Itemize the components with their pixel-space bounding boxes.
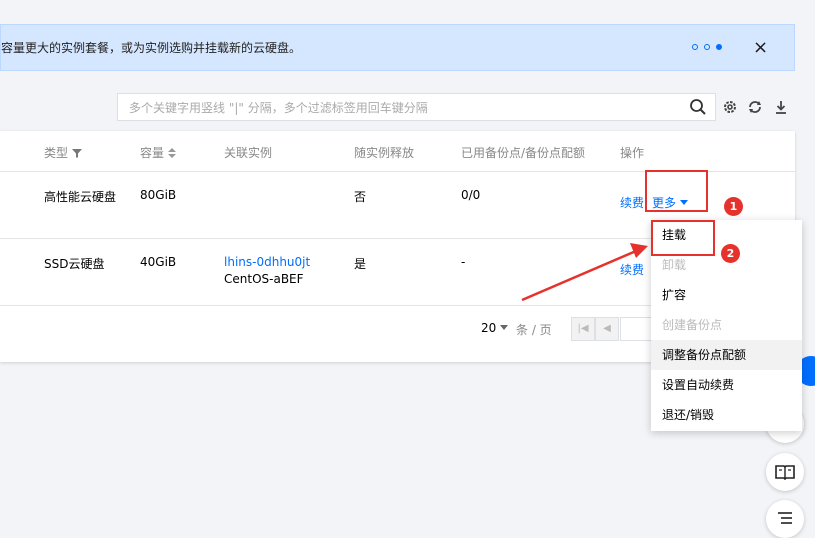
menu-item-return-destroy[interactable]: 退还/销毁 [651,400,802,430]
annotation-box-mount [651,220,715,256]
menu-item-expand[interactable]: 扩容 [651,280,802,310]
banner-pagination [692,44,722,50]
first-page-button[interactable]: |◀ [571,317,595,341]
cell-backup: - [461,255,466,269]
annotation-badge-2: 2 [721,244,740,263]
annotation-badge-1: 1 [724,197,743,216]
cell-capacity: 80GiB [140,188,177,202]
page-size-select[interactable]: 20 [481,321,509,335]
notice-banner: 容量更大的实例套餐，或为实例选购并挂载新的云硬盘。 × [0,24,795,71]
header-backup: 已用备份点/备份点配额 [461,146,586,160]
cell-backup: 0/0 [461,188,481,202]
gear-icon[interactable] [722,99,738,115]
table-header: 类型 容量 关联实例 随实例释放 已用备份点/备份点配额 操作 [0,131,795,172]
annotation-box-more [645,170,708,212]
search-input[interactable] [127,98,691,118]
pagination-dot-active[interactable] [716,44,722,50]
book-icon [775,465,795,480]
instance-id-link[interactable]: lhins-0dhhu0jt [224,255,310,269]
cell-capacity: 40GiB [140,255,177,269]
cell-type: SSD云硬盘 [44,257,105,271]
menu-item-adjust-backup-quota[interactable]: 调整备份点配额 [651,340,802,370]
banner-text: 容量更大的实例套餐，或为实例选购并挂载新的云硬盘。 [1,41,302,55]
list-icon [778,512,792,524]
prev-page-button[interactable]: ◀ [595,317,619,341]
cell-release: 是 [354,257,367,271]
header-capacity[interactable]: 容量 [140,144,176,161]
floating-list-button[interactable] [766,500,804,538]
page-size-unit: 条 / 页 [516,323,552,337]
filter-icon[interactable] [71,148,82,158]
search-icon[interactable] [689,98,707,116]
header-release: 随实例释放 [354,146,415,160]
instance-name: CentOS-aBEF [224,272,304,286]
menu-item-create-backup: 创建备份点 [662,318,723,332]
download-icon[interactable] [773,99,789,115]
pagination-dot[interactable] [704,44,710,50]
cell-type: 高性能云硬盘 [44,190,117,204]
close-icon[interactable]: × [753,37,768,58]
renew-link[interactable]: 续费 [620,261,644,278]
header-type[interactable]: 类型 [44,144,82,161]
sort-icon[interactable] [167,148,176,158]
pagination-dot[interactable] [692,44,698,50]
cell-release: 否 [354,190,367,204]
caret-down-icon [500,325,509,330]
header-instance: 关联实例 [224,146,273,160]
renew-link[interactable]: 续费 [620,194,644,211]
refresh-icon[interactable] [747,99,763,115]
floating-book-button[interactable] [766,453,804,491]
header-ops: 操作 [620,146,645,160]
menu-item-auto-renew[interactable]: 设置自动续费 [651,370,802,400]
search-box [117,93,716,121]
